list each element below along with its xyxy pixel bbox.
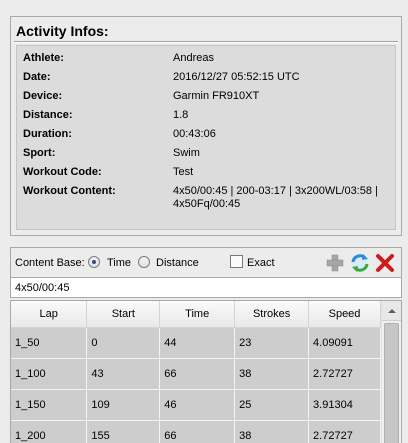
cell-speed: 3.91304 <box>308 389 381 421</box>
device-value: Garmin FR910XT <box>173 90 260 102</box>
athlete-label: Athlete: <box>23 52 64 64</box>
cell-start: 43 <box>86 358 161 390</box>
delete-icon[interactable] <box>374 252 396 274</box>
cell-speed: 4.09091 <box>308 327 381 359</box>
distance-radio[interactable] <box>138 256 150 268</box>
sport-label: Sport: <box>23 147 56 159</box>
table-row[interactable]: 1_100 43 66 38 2.72727 <box>11 358 381 390</box>
cell-time: 66 <box>159 358 236 390</box>
table-row[interactable]: 1_150 109 46 25 3.91304 <box>11 389 381 421</box>
cell-time: 66 <box>159 420 236 443</box>
row-distance: Distance: 1.8 <box>17 107 395 125</box>
cell-start: 109 <box>86 389 161 421</box>
cell-strokes: 38 <box>234 358 310 390</box>
panel-divider <box>14 41 398 43</box>
column-header-strokes[interactable]: Strokes <box>234 301 310 328</box>
activity-infos-panel: Activity Infos: Athlete: Andreas Date: 2… <box>10 16 402 236</box>
distance-label: Distance: <box>23 109 73 121</box>
info-box: Athlete: Andreas Date: 2016/12/27 05:52:… <box>16 45 396 230</box>
vertical-scrollbar[interactable] <box>381 301 401 443</box>
workout-content-label: Workout Content: <box>23 185 116 197</box>
cell-strokes: 25 <box>234 389 310 421</box>
cell-lap: 1_100 <box>11 358 88 390</box>
column-header-time[interactable]: Time <box>159 301 236 328</box>
distance-value: 1.8 <box>173 109 189 121</box>
row-sport: Sport: Swim <box>17 145 395 163</box>
date-label: Date: <box>23 71 51 83</box>
device-label: Device: <box>23 90 63 102</box>
panel-title: Activity Infos: <box>16 23 109 39</box>
cell-start: 155 <box>86 420 161 443</box>
sport-value: Swim <box>173 147 200 159</box>
date-value: 2016/12/27 05:52:15 UTC <box>173 71 300 83</box>
row-duration: Duration: 00:43:06 <box>17 126 395 144</box>
cell-lap: 1_150 <box>11 389 88 421</box>
workout-code-label: Workout Code: <box>23 166 102 178</box>
scrollbar-thumb[interactable] <box>384 323 399 443</box>
cell-strokes: 23 <box>234 327 310 359</box>
column-header-speed[interactable]: Speed <box>308 301 381 328</box>
table-row[interactable]: 1_200 155 66 38 2.72727 <box>11 420 381 443</box>
duration-value: 00:43:06 <box>173 128 216 140</box>
table-header-row: Lap Start Time Strokes Speed <box>11 301 381 328</box>
exact-checkbox[interactable] <box>230 255 243 268</box>
column-header-start[interactable]: Start <box>86 301 161 328</box>
cell-lap: 1_200 <box>11 420 88 443</box>
cell-strokes: 38 <box>234 420 310 443</box>
cell-time: 44 <box>159 327 236 359</box>
add-icon[interactable] <box>324 252 346 274</box>
workout-filter-input[interactable] <box>10 277 402 298</box>
row-date: Date: 2016/12/27 05:52:15 UTC <box>17 69 395 87</box>
distance-radio-label[interactable]: Distance <box>156 257 199 269</box>
row-workout-code: Workout Code: Test <box>17 164 395 182</box>
cell-start: 0 <box>86 327 161 359</box>
row-device: Device: Garmin FR910XT <box>17 88 395 106</box>
laps-table: Lap Start Time Strokes Speed 1_50 0 44 2… <box>10 300 402 443</box>
duration-label: Duration: <box>23 128 72 140</box>
content-base-label: Content Base: <box>15 257 85 269</box>
cell-speed: 2.72727 <box>308 420 381 443</box>
workout-code-value: Test <box>173 166 194 178</box>
cell-speed: 2.72727 <box>308 358 381 390</box>
time-radio[interactable] <box>88 256 100 268</box>
cell-time: 46 <box>159 389 236 421</box>
column-header-lap[interactable]: Lap <box>11 301 88 328</box>
scroll-up-arrow-icon[interactable] <box>382 301 401 321</box>
time-radio-label[interactable]: Time <box>107 257 131 269</box>
row-athlete: Athlete: Andreas <box>17 50 395 68</box>
cell-lap: 1_50 <box>11 327 88 359</box>
row-workout-content: Workout Content: 4x50/00:45 | 200-03:17 … <box>17 183 395 219</box>
exact-label[interactable]: Exact <box>247 257 275 269</box>
refresh-icon[interactable] <box>349 252 371 274</box>
workout-content-value: 4x50/00:45 | 200-03:17 | 3x200WL/03:58 |… <box>173 185 378 210</box>
table-row[interactable]: 1_50 0 44 23 4.09091 <box>11 327 381 359</box>
content-base-toolbar: Content Base: Time Distance Exact <box>10 247 402 277</box>
athlete-value: Andreas <box>173 52 214 64</box>
